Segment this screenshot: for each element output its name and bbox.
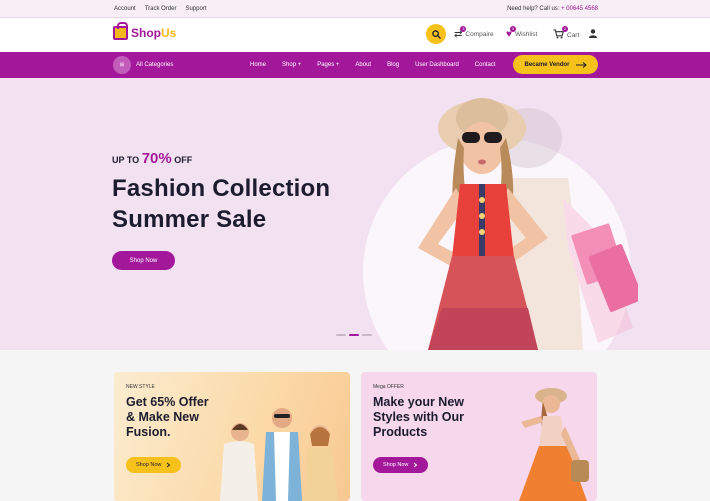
slider-dot-1[interactable] (336, 334, 346, 336)
wishlist-count-badge: 3 (509, 26, 516, 32)
promo-card-new-style[interactable]: NEW STYLE Get 65% Offer & Make New Fusio… (114, 372, 350, 501)
user-icon (589, 29, 597, 38)
search-button[interactable] (426, 24, 446, 44)
nav-user-dashboard[interactable]: User Dashboard (415, 62, 459, 68)
cart-label: Cart (567, 32, 580, 39)
hero-shop-now-button[interactable]: Shop Now (112, 251, 175, 270)
hero-banner: UP TO 70% OFF Fashion Collection Summer … (0, 78, 710, 350)
nav-home[interactable]: Home (250, 62, 266, 68)
promo-eyebrow: NEW STYLE (126, 384, 155, 390)
promo-heading: Get 65% Offer & Make New Fusion. (126, 395, 209, 439)
promo-shop-now-button[interactable]: Shop Now (373, 457, 429, 473)
help-label: Need help? Call us: (507, 6, 560, 12)
nav-blog[interactable]: Blog (387, 62, 399, 68)
compare-button[interactable]: ⇄ 3 Compaire (454, 26, 494, 40)
promo-group-photo (220, 408, 338, 501)
compare-icon: ⇄ 3 (454, 26, 467, 40)
promo-shop-now-button[interactable]: Shop Now (126, 457, 182, 473)
all-categories-button[interactable]: ⊞ All Categories (113, 56, 173, 74)
hero-title-line1: Fashion Collection (112, 175, 331, 202)
all-categories-label: All Categories (136, 62, 174, 68)
become-vendor-button[interactable]: Became Vendor (513, 55, 598, 74)
nav-shop[interactable]: Shop + (282, 62, 301, 68)
promo-eyebrow: Mega OFFER (373, 384, 404, 390)
promo-model-photo (519, 388, 589, 501)
cart-count-badge: 2 (562, 26, 568, 32)
heart-icon: ♥ 3 (506, 26, 516, 40)
nav-links: Home Shop + Pages + About Blog User Dash… (250, 62, 511, 68)
chevron-right-icon (414, 462, 418, 468)
top-bar: Account Track Order Support Need help? C… (0, 0, 710, 18)
slider-dot-2[interactable] (349, 334, 359, 336)
grid-icon: ⊞ (113, 56, 131, 74)
become-vendor-label: Became Vendor (524, 61, 570, 68)
hero-title: Fashion Collection Summer Sale (112, 173, 330, 235)
hero-discount-percent: 70% (141, 150, 172, 167)
support-link[interactable]: Support (185, 6, 206, 12)
hero-model-image (418, 98, 638, 350)
cart-icon: 2 (553, 26, 568, 42)
promo-heading: Make your New Styles with Our Products (373, 395, 465, 439)
arrow-right-icon (575, 61, 587, 68)
user-account-button[interactable] (589, 29, 597, 38)
chevron-right-icon (167, 462, 171, 468)
wishlist-button[interactable]: ♥ 3 Wishlist (506, 26, 538, 40)
promo-card-mega-offer[interactable]: Mega OFFER Make your New Styles with Our… (361, 372, 597, 501)
hero-discount-tag: UP TO 70% OFF (112, 150, 193, 167)
header: ShopUs ⇄ 3 Compaire ♥ 3 Wishlist 2 Cart (0, 18, 710, 52)
cart-button[interactable]: 2 Cart (553, 26, 580, 42)
nav-contact[interactable]: Contact (475, 62, 496, 68)
help-phone[interactable]: + 00645 4568 (561, 6, 598, 12)
account-link[interactable]: Account (114, 6, 136, 12)
compare-label: Compaire (465, 31, 494, 38)
hero-title-line2: Summer Sale (112, 206, 267, 233)
search-icon (431, 29, 441, 39)
main-nav: ⊞ All Categories Home Shop + Pages + Abo… (0, 52, 710, 78)
slider-dot-3[interactable] (362, 334, 372, 336)
help-contact: Need help? Call us: + 00645 4568 (507, 6, 598, 12)
top-links: Account Track Order Support (114, 6, 206, 12)
logo[interactable]: ShopUs (113, 22, 177, 40)
nav-pages[interactable]: Pages + (317, 62, 339, 68)
wishlist-label: Wishlist (514, 31, 538, 38)
hero-slider-dots (336, 334, 372, 336)
track-order-link[interactable]: Track Order (145, 6, 177, 12)
shopping-bag-icon (113, 22, 128, 40)
logo-text: ShopUs (131, 26, 177, 40)
nav-about[interactable]: About (355, 62, 371, 68)
